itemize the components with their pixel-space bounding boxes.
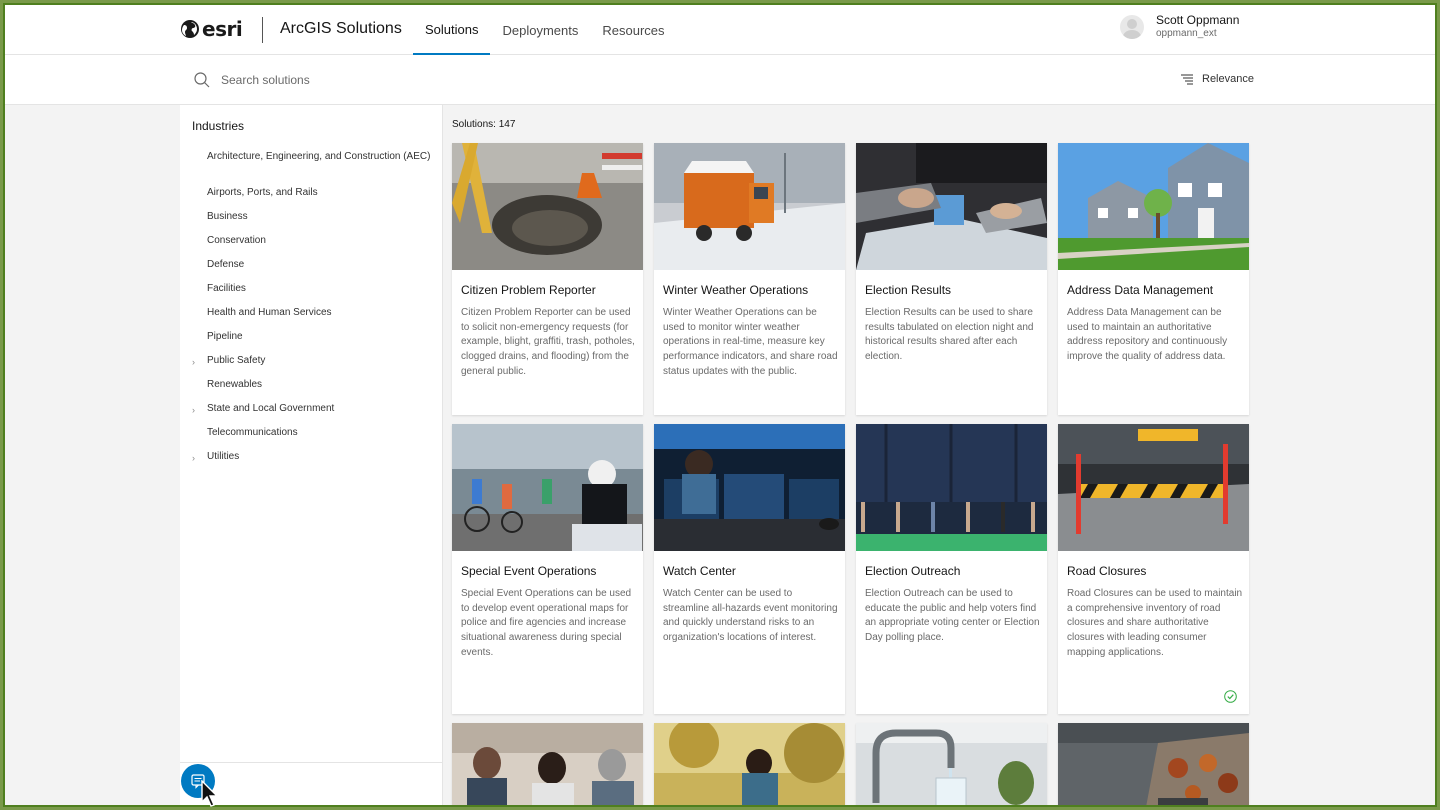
sidebar-item-label: Health and Human Services	[207, 307, 332, 318]
card-title: Winter Weather Operations	[663, 283, 809, 297]
avatar	[1120, 15, 1144, 39]
solution-card-election-outreach[interactable]: Election Outreach Election Outreach can …	[856, 424, 1047, 714]
nav-tab-solutions[interactable]: Solutions	[413, 5, 491, 55]
deployed-check-icon	[1224, 690, 1237, 703]
user-id: oppmann_ext	[1156, 28, 1217, 39]
esri-logo[interactable]: esri	[180, 17, 243, 41]
chevron-right-icon[interactable]: ›	[192, 404, 195, 416]
sidebar-item-label: Defense	[207, 259, 245, 270]
card-title: Citizen Problem Reporter	[461, 283, 596, 297]
sidebar-item-renewables[interactable]: Renewables	[180, 379, 443, 403]
user-menu[interactable]: Scott Oppmann oppmann_ext	[1120, 13, 1239, 41]
sidebar-divider	[180, 762, 443, 763]
results-count: Solutions: 147	[452, 119, 516, 130]
top-navigation-bar: esri ArcGIS Solutions Solutions Deployme…	[5, 5, 1435, 55]
control-room-photo	[654, 424, 845, 551]
sidebar-item-label: Pipeline	[207, 331, 243, 342]
card-description: Watch Center can be used to streamline a…	[663, 588, 838, 644]
search-bar: Relevance	[5, 55, 1435, 105]
nav-tab-deployments[interactable]: Deployments	[490, 5, 590, 55]
card-description: Special Event Operations can be used to …	[461, 588, 632, 658]
solution-card[interactable]	[452, 723, 643, 805]
chevron-right-icon[interactable]: ›	[192, 356, 195, 368]
sidebar-item-business[interactable]: Business	[180, 211, 443, 235]
sidebar-item-facilities[interactable]: Facilities	[180, 283, 443, 307]
card-description: Winter Weather Operations can be used to…	[663, 307, 838, 377]
ballot-box-photo	[856, 143, 1047, 270]
sort-label: Relevance	[1202, 73, 1254, 85]
header-divider	[262, 17, 263, 43]
snowplow-photo	[654, 143, 845, 270]
solution-card-road-closures[interactable]: Road Closures Road Closures can be used …	[1058, 424, 1249, 714]
card-title: Election Outreach	[865, 564, 961, 578]
main-nav: Solutions Deployments Resources	[413, 5, 677, 55]
sidebar-item-pipeline[interactable]: Pipeline	[180, 331, 443, 355]
industries-heading: Industries	[192, 119, 245, 133]
sidebar-item-label: State and Local Government	[207, 403, 335, 414]
police-cyclists-photo	[452, 424, 643, 551]
card-title: Watch Center	[663, 564, 736, 578]
voting-booths-photo	[856, 424, 1047, 551]
solution-card-citizen-problem-reporter[interactable]: Citizen Problem Reporter Citizen Problem…	[452, 143, 643, 415]
child-outdoors-photo	[654, 723, 845, 805]
sort-dropdown[interactable]: Relevance	[1180, 73, 1254, 85]
solution-card-election-results[interactable]: Election Results Election Results can be…	[856, 143, 1047, 415]
sidebar-item-aec[interactable]: Architecture, Engineering, and Construct…	[180, 151, 443, 187]
nav-tab-resources[interactable]: Resources	[590, 5, 676, 55]
sidebar-item-utilities[interactable]: › Utilities	[180, 451, 443, 475]
user-name: Scott Oppmann	[1156, 13, 1240, 27]
card-description: Election Outreach can be used to educate…	[865, 588, 1040, 644]
search-icon	[194, 72, 210, 88]
sidebar-item-label: Public Safety	[207, 355, 266, 366]
sidebar-item-label: Utilities	[207, 451, 240, 462]
solution-card-special-event-operations[interactable]: Special Event Operations Special Event O…	[452, 424, 643, 714]
industries-sidebar: Industries Architecture, Engineering, an…	[180, 105, 443, 805]
sidebar-item-label: Renewables	[207, 379, 263, 390]
card-description: Address Data Management can be used to m…	[1067, 307, 1228, 363]
solution-card-winter-weather-operations[interactable]: Winter Weather Operations Winter Weather…	[654, 143, 845, 415]
chevron-right-icon[interactable]: ›	[192, 452, 195, 464]
sidebar-item-conservation[interactable]: Conservation	[180, 235, 443, 259]
card-description: Citizen Problem Reporter can be used to …	[461, 307, 635, 377]
sidebar-item-public-safety[interactable]: › Public Safety	[180, 355, 443, 379]
sidebar-item-label: Airports, Ports, and Rails	[207, 187, 318, 198]
solution-card-watch-center[interactable]: Watch Center Watch Center can be used to…	[654, 424, 845, 714]
app-title[interactable]: ArcGIS Solutions	[280, 20, 402, 38]
road-barrier-photo	[1058, 424, 1249, 551]
sidebar-item-telecom[interactable]: Telecommunications	[180, 427, 443, 451]
app-window: esri ArcGIS Solutions Solutions Deployme…	[3, 3, 1437, 807]
solution-card-address-data-management[interactable]: Address Data Management Address Data Man…	[1058, 143, 1249, 415]
logo-text: esri	[202, 17, 243, 41]
sidebar-item-defense[interactable]: Defense	[180, 259, 443, 283]
pothole-photo	[452, 143, 643, 270]
sidebar-item-label: Facilities	[207, 283, 246, 294]
water-faucet-photo	[856, 723, 1047, 805]
card-title: Address Data Management	[1067, 283, 1214, 297]
card-title: Special Event Operations	[461, 564, 597, 578]
sidebar-item-label: Conservation	[207, 235, 266, 246]
sidebar-item-airports[interactable]: Airports, Ports, and Rails	[180, 187, 443, 211]
card-title: Road Closures	[1067, 564, 1147, 578]
sidebar-item-label: Telecommunications	[207, 427, 298, 438]
solution-card[interactable]	[856, 723, 1047, 805]
people-meeting-photo	[452, 723, 643, 805]
card-description: Road Closures can be used to maintain a …	[1067, 588, 1243, 658]
sort-icon	[1181, 74, 1193, 85]
sidebar-item-health[interactable]: Health and Human Services	[180, 307, 443, 331]
sidebar-item-label: Architecture, Engineering, and Construct…	[207, 151, 431, 162]
mouse-pointer-icon	[201, 780, 219, 807]
sidebar-item-state-local[interactable]: › State and Local Government	[180, 403, 443, 427]
card-title: Election Results	[865, 283, 952, 297]
solution-card[interactable]	[1058, 723, 1249, 805]
card-description: Election Results can be used to share re…	[865, 307, 1034, 363]
industries-list: Architecture, Engineering, and Construct…	[180, 151, 443, 475]
storm-drain-leaves-photo	[1058, 723, 1249, 805]
search-input[interactable]	[221, 69, 821, 91]
sidebar-item-label: Business	[207, 211, 248, 222]
solution-card[interactable]	[654, 723, 845, 805]
globe-icon	[181, 20, 199, 38]
houses-photo	[1058, 143, 1249, 270]
